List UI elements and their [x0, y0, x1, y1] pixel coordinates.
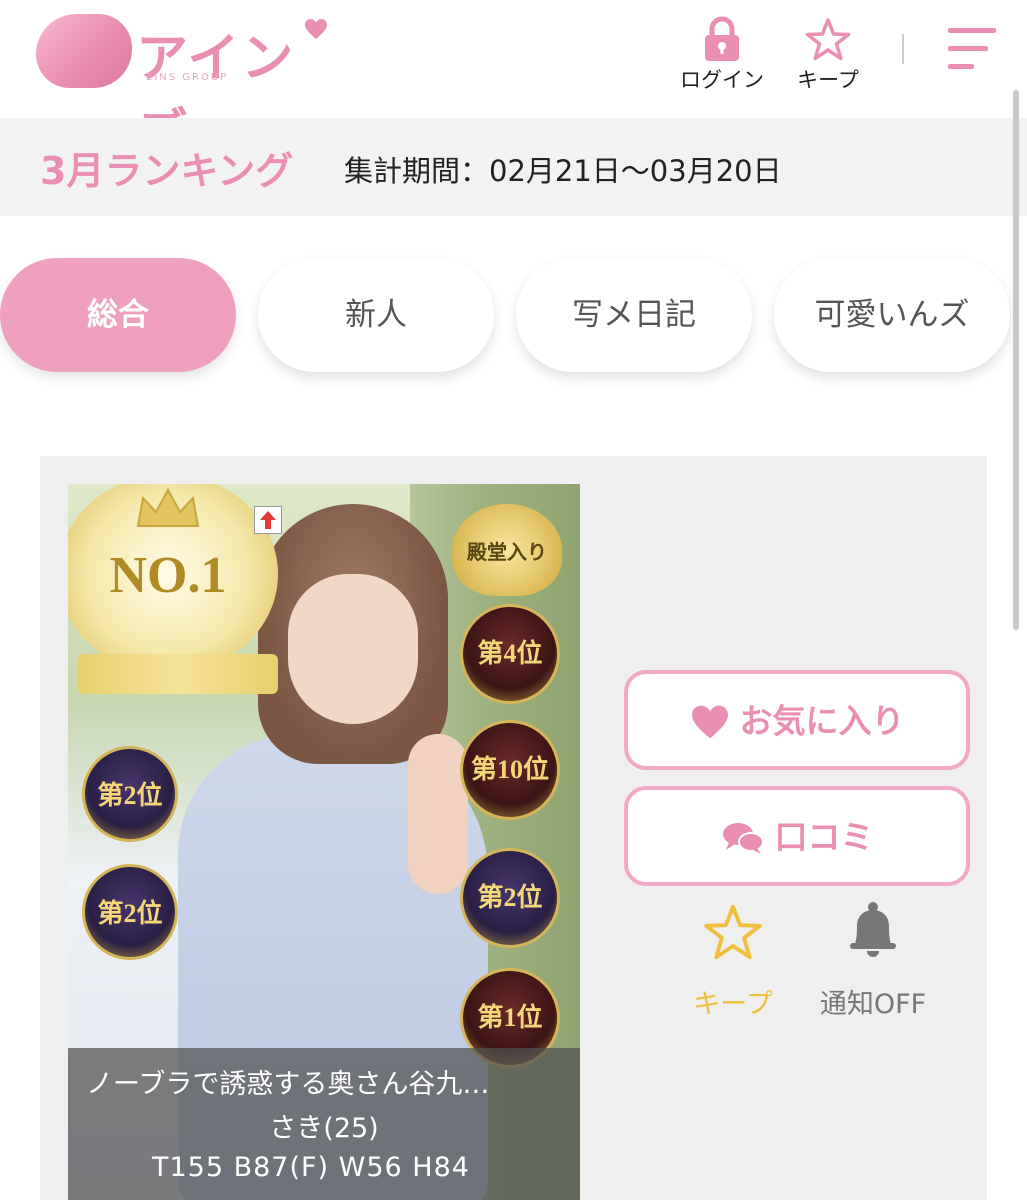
bell-icon [850, 902, 896, 957]
ranking-card: NO.1 第2位 第2位 殿堂入り 第4位 第10位 第2位 第1位 ノーブラで… [40, 456, 987, 1200]
favorite-label: お気に入り [739, 701, 905, 741]
award-badge-rank-4-text: 第4位 [477, 639, 543, 668]
ranking-period: 集計期間：02月21日〜03月20日 [344, 154, 782, 188]
notify-toggle[interactable]: 通知OFF [798, 902, 948, 1024]
star-icon [704, 904, 762, 960]
award-badge-rank-2-c-text: 第2位 [477, 883, 543, 912]
ranking-title: 3月ランキング [40, 149, 294, 193]
lock-icon [705, 16, 739, 61]
keep-button[interactable]: キープ [658, 904, 808, 1024]
keep-list-button[interactable]: キープ [778, 16, 878, 96]
header-divider [902, 34, 904, 64]
hall-of-fame-text: 殿堂入り [467, 540, 547, 564]
tab-cute[interactable]: 可愛いんズ [774, 258, 1010, 372]
review-label: 口コミ [774, 817, 874, 857]
notify-label: 通知OFF [819, 989, 927, 1020]
rank-up-icon [254, 506, 282, 534]
award-badge-rank-10-text: 第10位 [470, 755, 549, 784]
site-header: アインズ EINS GROUP ログイン キープ [0, 0, 1027, 164]
login-button[interactable]: ログイン [672, 16, 772, 96]
keep-list-label: キープ [797, 68, 859, 92]
tab-photo-diary[interactable]: 写メ日記 [516, 258, 752, 372]
award-badge-rank-10: 第10位 [460, 720, 560, 820]
hall-of-fame-badge: 殿堂入り [452, 504, 562, 596]
no1-ribbon [78, 654, 278, 694]
profile-photo[interactable]: NO.1 第2位 第2位 殿堂入り 第4位 第10位 第2位 第1位 ノーブラで… [68, 484, 580, 1200]
tab-newcomer[interactable]: 新人 [258, 258, 494, 372]
page-scrollbar[interactable] [1013, 90, 1019, 630]
photo-face [288, 574, 418, 724]
no1-badge: NO.1 [68, 484, 278, 674]
site-logo[interactable]: アインズ EINS GROUP [36, 10, 336, 164]
review-button[interactable]: 口コミ [624, 786, 970, 886]
menu-icon[interactable] [948, 28, 1000, 70]
login-label: ログイン [680, 68, 764, 92]
profile-name-age: さき(25) [269, 1113, 379, 1144]
speech-bubbles-icon [722, 822, 764, 854]
award-badge-rank-2: 第2位 [82, 746, 178, 842]
crown-icon [136, 487, 200, 527]
award-badge-rank-2-b: 第2位 [82, 864, 178, 960]
award-badge-rank-1-text: 第1位 [477, 1003, 543, 1032]
heart-icon [691, 705, 728, 738]
photo-hands [408, 734, 468, 894]
award-badge-rank-2-text: 第2位 [97, 781, 163, 810]
ranking-header: 3月ランキング 集計期間：02月21日〜03月20日 [0, 118, 1027, 216]
logo-mark [36, 14, 132, 88]
logo-subtitle: EINS GROUP [146, 72, 229, 83]
tab-overall[interactable]: 総合 [0, 258, 236, 372]
award-badge-rank-4: 第4位 [460, 604, 560, 704]
profile-catchphrase: ノーブラで誘惑する奥さん谷九… [86, 1069, 490, 1100]
profile-caption: ノーブラで誘惑する奥さん谷九… さき(25) T155 B87(F) W56 H… [68, 1048, 580, 1200]
profile-measurements: T155 B87(F) W56 H84 [152, 1152, 470, 1183]
award-badge-rank-2-c: 第2位 [460, 848, 560, 948]
favorite-button[interactable]: お気に入り [624, 670, 970, 770]
award-badge-rank-2-b-text: 第2位 [97, 899, 163, 928]
no1-badge-text: NO.1 [109, 547, 227, 604]
keep-label: キープ [693, 989, 773, 1020]
star-icon [805, 18, 851, 61]
heart-icon [305, 19, 327, 39]
